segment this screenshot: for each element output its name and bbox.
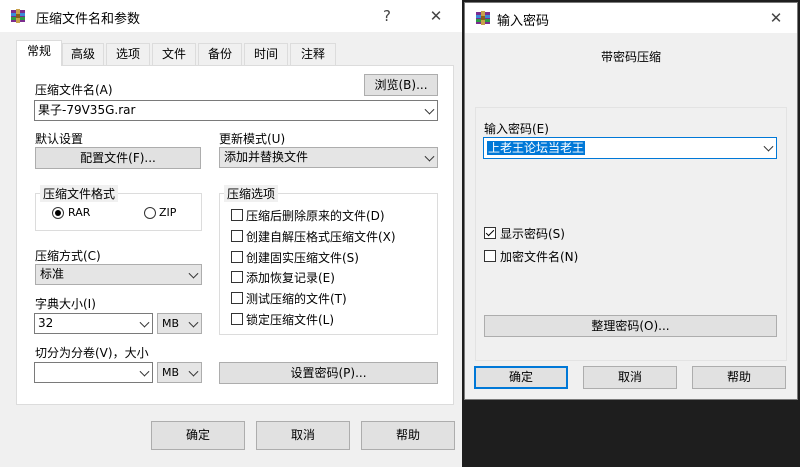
dictionary-size-label: 字典大小(I) [35, 297, 96, 311]
split-size-combo[interactable] [34, 362, 153, 383]
archive-format-group-title: 压缩文件格式 [40, 185, 119, 202]
help-button[interactable]: 帮助 [361, 421, 455, 450]
set-password-button[interactable]: 设置密码(P)... [219, 362, 438, 384]
encrypt-filenames-checkbox[interactable] [484, 250, 496, 262]
create-solid-label[interactable]: 创建固实压缩文件(S) [246, 249, 359, 266]
password-input[interactable]: 上老王论坛当老王 [483, 137, 777, 159]
tab-comment[interactable]: 注释 [290, 43, 336, 65]
organize-passwords-button[interactable]: 整理密码(O)... [484, 315, 777, 337]
tab-time[interactable]: 时间 [244, 43, 288, 65]
chevron-down-icon [424, 151, 435, 162]
create-solid-checkbox[interactable] [231, 251, 243, 263]
tab-advanced[interactable]: 高级 [62, 43, 104, 65]
password-heading: 带密码压缩 [600, 50, 661, 64]
chevron-down-icon [188, 268, 199, 279]
tab-general[interactable]: 常规 [16, 40, 62, 66]
chevron-down-icon [763, 141, 774, 152]
enter-password-dialog: 输入密码 ✕ 带密码压缩 输入密码(E) 上老王论坛当老王 显示密码(S) 加密… [464, 2, 798, 400]
split-unit-select[interactable]: MB [157, 362, 202, 383]
browse-button[interactable]: 浏览(B)... [364, 74, 438, 96]
chevron-down-icon [139, 366, 150, 377]
update-mode-select[interactable]: 添加并替换文件 [219, 147, 438, 168]
delete-after-label[interactable]: 压缩后删除原来的文件(D) [246, 207, 385, 224]
test-files-checkbox[interactable] [231, 292, 243, 304]
winrar-app-icon [475, 10, 491, 26]
password-window-title: 输入密码 [497, 14, 550, 29]
window-title: 压缩文件名和参数 [36, 12, 141, 27]
lock-archive-label[interactable]: 锁定压缩文件(L) [246, 311, 334, 328]
create-sfx-label[interactable]: 创建自解压格式压缩文件(X) [246, 228, 396, 245]
password-help-button[interactable]: 帮助 [692, 366, 786, 389]
password-ok-button[interactable]: 确定 [474, 366, 568, 389]
show-password-label[interactable]: 显示密码(S) [500, 225, 565, 242]
chevron-down-icon [139, 317, 150, 328]
archive-options-group-title: 压缩选项 [224, 185, 279, 202]
archive-name-combo[interactable]: 果子-79V35G.rar [34, 100, 438, 121]
archive-options-dialog: 压缩文件名和参数 ? ✕ 常规 高级 选项 文件 备份 时间 注释 压缩文件名(… [0, 0, 462, 467]
tab-files[interactable]: 文件 [152, 43, 196, 65]
cancel-button[interactable]: 取消 [256, 421, 350, 450]
password-title-bar[interactable]: 输入密码 ✕ [465, 3, 797, 33]
compression-method-select[interactable]: 标准 [35, 264, 202, 285]
winrar-app-icon [10, 8, 26, 24]
test-files-label[interactable]: 测试压缩的文件(T) [246, 290, 347, 307]
recovery-record-checkbox[interactable] [231, 271, 243, 283]
create-sfx-checkbox[interactable] [231, 230, 243, 242]
close-icon[interactable]: ✕ [763, 6, 789, 30]
dictionary-size-combo[interactable]: 32 [34, 313, 153, 334]
lock-archive-checkbox[interactable] [231, 313, 243, 325]
archive-name-label: 压缩文件名(A) [35, 83, 113, 97]
tab-backup[interactable]: 备份 [198, 43, 242, 65]
delete-after-checkbox[interactable] [231, 209, 243, 221]
ok-button[interactable]: 确定 [151, 421, 245, 450]
default-settings-label: 默认设置 [35, 132, 84, 146]
dictionary-unit-select[interactable]: MB [157, 313, 202, 334]
format-zip-label[interactable]: ZIP [159, 206, 176, 219]
chevron-down-icon [424, 104, 435, 115]
split-volumes-label: 切分为分卷(V)，大小 [35, 346, 149, 360]
update-mode-label: 更新模式(U) [219, 132, 286, 146]
encrypt-filenames-label[interactable]: 加密文件名(N) [500, 248, 578, 265]
close-icon[interactable]: ✕ [423, 4, 449, 28]
tab-options[interactable]: 选项 [106, 43, 150, 65]
format-rar-radio[interactable] [52, 207, 64, 219]
title-bar[interactable]: 压缩文件名和参数 ? ✕ [0, 0, 462, 32]
recovery-record-label[interactable]: 添加恢复记录(E) [246, 269, 335, 286]
chevron-down-icon [188, 366, 199, 377]
show-password-checkbox[interactable] [484, 227, 496, 239]
chevron-down-icon [188, 317, 199, 328]
format-rar-label[interactable]: RAR [68, 206, 90, 219]
format-zip-radio[interactable] [144, 207, 156, 219]
archive-name-value: 果子-79V35G.rar [38, 103, 136, 117]
enter-password-label: 输入密码(E) [484, 122, 549, 136]
profiles-button[interactable]: 配置文件(F)... [35, 147, 201, 169]
compression-method-label: 压缩方式(C) [35, 249, 101, 263]
help-icon[interactable]: ? [374, 4, 400, 28]
password-cancel-button[interactable]: 取消 [583, 366, 677, 389]
password-value: 上老王论坛当老王 [487, 141, 586, 155]
